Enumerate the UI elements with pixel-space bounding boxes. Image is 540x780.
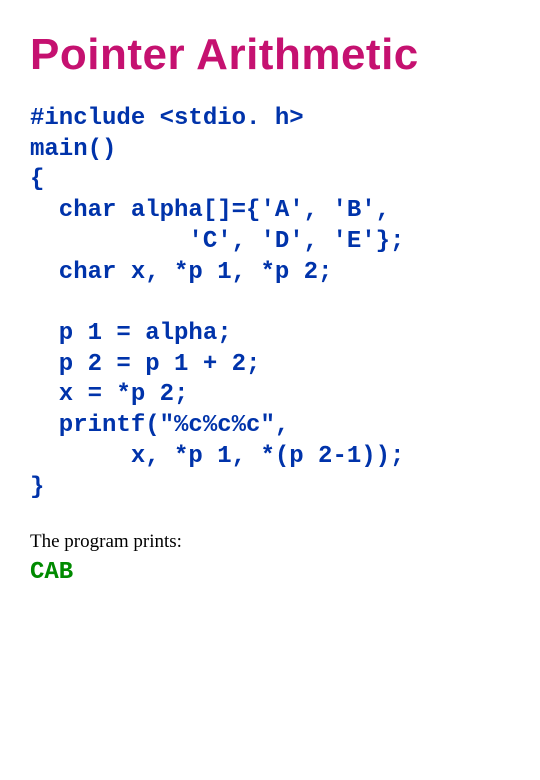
- caption-text: The program prints:: [30, 531, 510, 553]
- slide: Pointer Arithmetic #include <stdio. h> m…: [0, 0, 540, 606]
- program-output: CAB: [30, 559, 510, 586]
- code-block: #include <stdio. h> main() { char alpha[…: [30, 104, 510, 503]
- slide-title: Pointer Arithmetic: [30, 30, 510, 80]
